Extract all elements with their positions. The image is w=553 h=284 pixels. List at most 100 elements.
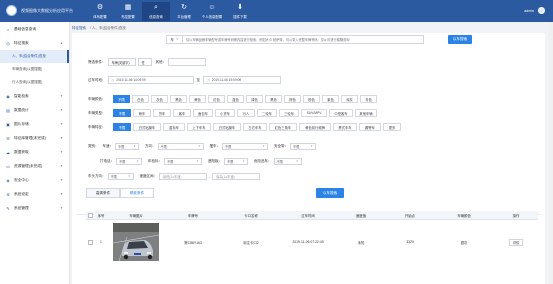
feature-option[interactable]: 重标车 bbox=[163, 123, 185, 131]
color-option[interactable]: 灰色 bbox=[151, 95, 168, 103]
color-option[interactable]: 蓝色 bbox=[227, 95, 244, 103]
feature-option[interactable]: 白式贴膜车 bbox=[133, 123, 161, 131]
sidebar-item-resource[interactable]: ▭ 资源管理(未完成) ▼ bbox=[0, 159, 69, 173]
search-type-select[interactable]: 车 ▼ bbox=[167, 36, 183, 43]
feature-option[interactable]: 白式贴膜车 bbox=[213, 123, 241, 131]
sidebar-item-security[interactable]: ◈ 安全中心 ▼ bbox=[0, 173, 69, 187]
chevron-down-icon: ▼ bbox=[196, 160, 199, 163]
speed-min-input[interactable]: 最低(2≤车速) bbox=[159, 173, 207, 180]
color-option[interactable]: 紫色 bbox=[322, 95, 339, 103]
nav-info-query[interactable]: ⌕ 信息查询 bbox=[142, 2, 170, 21]
sidebar-item-system-manage[interactable]: ✎ 系统管理 ▼ bbox=[0, 201, 69, 215]
tab-precise-conditions[interactable]: 精准条件 bbox=[120, 188, 154, 198]
color-option[interactable]: 红色 bbox=[208, 95, 225, 103]
search-button[interactable]: 以车搜索 bbox=[448, 35, 472, 44]
time-start-input[interactable]: ◷ 2019-11-06 14:09:09 bbox=[107, 76, 194, 84]
speed-max-input[interactable]: 最高(1≤车速) bbox=[212, 173, 261, 180]
type-option[interactable]: SUV/MPV bbox=[301, 109, 327, 117]
tab-hd-conditions[interactable]: 高清条件 bbox=[86, 188, 120, 198]
breadcrumb-path[interactable]: / 人、车(结合条件)查找 bbox=[90, 26, 126, 31]
type-option[interactable]: 中型客车 bbox=[329, 109, 353, 117]
select-value: 不限 bbox=[167, 160, 174, 164]
scrollbar[interactable] bbox=[549, 22, 553, 284]
sidebar-item-feature-db[interactable]: ☰ 特征库管理(未完成) ▼ bbox=[0, 131, 69, 145]
page-title: 特征搜索 bbox=[72, 25, 86, 30]
speed-select[interactable]: 不限 ▼ bbox=[115, 143, 139, 150]
sidebar-sub-person-image[interactable]: 行人查询(以图搜图) bbox=[0, 76, 69, 89]
color-option[interactable]: 棕色 bbox=[284, 95, 301, 103]
speed-row: 车头方向： 不限 ▼ 速度区间： 最低(2≤车速) - 最高(1≤车速) bbox=[88, 173, 261, 180]
vehicle-photo[interactable] bbox=[113, 223, 159, 261]
feature-option[interactable]: 上下车车 bbox=[187, 123, 211, 131]
condition-field[interactable]: 车牌(关键字) bbox=[107, 58, 136, 66]
type-option[interactable]: 二轮车 bbox=[257, 109, 277, 117]
direction-select[interactable]: 不限 ▼ bbox=[157, 143, 204, 150]
feature-option[interactable]: 红色三角车 bbox=[269, 123, 297, 131]
sidebar-item-system-settings[interactable]: ✲ 系统设定 ▼ bbox=[0, 187, 69, 201]
color-option[interactable]: 绿色 bbox=[246, 95, 263, 103]
sidebar-item-label: 安全中心 bbox=[14, 177, 29, 182]
color-option[interactable]: 白色 bbox=[132, 95, 149, 103]
sidebar-item-feature-search[interactable]: ◎ 特征搜索 ▲ bbox=[0, 36, 69, 50]
color-option[interactable]: 黄色 bbox=[189, 95, 206, 103]
nav-platform-manage[interactable]: ↻ 平台管理 bbox=[170, 2, 198, 21]
user-area[interactable]: admin bbox=[524, 7, 545, 14]
seatbelt-select[interactable]: 不限 ▼ bbox=[290, 143, 316, 150]
feature-option[interactable]: 左右车车 bbox=[243, 123, 267, 131]
color-option[interactable]: 深灰 bbox=[341, 95, 358, 103]
type-option[interactable]: 三轮车 bbox=[279, 109, 299, 117]
row-checkbox[interactable] bbox=[87, 239, 93, 245]
time-end-input[interactable]: ◷ 2019-11-06 19:09:09 bbox=[203, 76, 281, 84]
sidebar-item-image-storage[interactable]: ▣ 图片存储 ▼ bbox=[0, 117, 69, 131]
inspection-select[interactable]: 不限 ▼ bbox=[164, 158, 202, 165]
feature-option[interactable]: 更多 bbox=[383, 123, 401, 131]
type-option[interactable]: 客车 bbox=[173, 109, 191, 117]
person-icon: ☺ bbox=[208, 4, 216, 11]
type-option[interactable]: 轿车 bbox=[133, 109, 151, 117]
feature-option[interactable]: 蕃警车 bbox=[359, 123, 381, 131]
nav-system-config[interactable]: ⚙ 体系配置 bbox=[86, 2, 114, 21]
table-row[interactable]: 1 冀C88Y163 标注卡口2 2019-11-06 07:22:49 未知 … bbox=[86, 220, 538, 264]
phone-select[interactable]: 不限 ▼ bbox=[116, 158, 142, 165]
top-bar: 视频图像大数据分析应用平台 ⚙ 体系配置 ▦ 布控配置 ⌕ 信息查询 ↻ 平台管… bbox=[0, 0, 553, 22]
sidebar-item-smart-search[interactable]: ◉ 智能检索 ▼ bbox=[0, 89, 69, 103]
nav-personal-info[interactable]: ☺ 个人信息配置 bbox=[198, 2, 226, 21]
type-option[interactable]: 货车 bbox=[153, 109, 171, 117]
search-button-secondary[interactable]: 以车搜索 bbox=[316, 188, 344, 198]
type-row: 车辆类型： 不限 轿车 货车 客车 面包车 小货车 行人 二轮车 三轮车 SUV… bbox=[88, 109, 379, 117]
type-option[interactable]: 不限 bbox=[113, 109, 131, 117]
wrench-icon: ✎ bbox=[6, 205, 10, 211]
search-input[interactable] bbox=[183, 36, 423, 43]
detail-button[interactable]: 详情 bbox=[509, 238, 523, 246]
color-option[interactable]: 黑色 bbox=[265, 95, 282, 103]
sidebar-sub-vehicle-image[interactable]: 车辆查询(以图搜图) bbox=[0, 63, 69, 76]
other-field[interactable] bbox=[168, 58, 206, 66]
time-separator: 至 bbox=[196, 77, 201, 82]
sidebar-item-data-acquire[interactable]: ☁ 数据获取 ▼ bbox=[0, 145, 69, 159]
table-header: 序号 车辆图片 车牌号 卡口名称 过车时间 速度值 开始点 车辆颜色 操作 bbox=[86, 211, 538, 220]
condition-extra-field[interactable]: 任 bbox=[137, 58, 152, 66]
nav-plugin-download[interactable]: ⬇ 插件下载 bbox=[226, 2, 254, 21]
type-option[interactable]: 行人 bbox=[237, 109, 255, 117]
color-option[interactable]: 不限 bbox=[113, 95, 130, 103]
sidebar-item-statistics[interactable]: ▤ 数据统计 ▼ bbox=[0, 103, 69, 117]
avatar[interactable] bbox=[538, 7, 545, 14]
sidebar-item-basic-query[interactable]: ⌂ 基础信息查询 bbox=[0, 22, 69, 36]
color-option[interactable]: 黑色 bbox=[170, 95, 187, 103]
nav-deploy-config[interactable]: ▦ 布控配置 bbox=[114, 2, 142, 21]
select-all-checkbox[interactable] bbox=[87, 212, 93, 218]
type-option[interactable]: 面包车 bbox=[193, 109, 213, 117]
color-option[interactable]: 青色 bbox=[360, 95, 377, 103]
hazmat-select[interactable]: 不限 ▼ bbox=[273, 158, 302, 165]
swing-select[interactable]: 不限 ▼ bbox=[222, 143, 268, 150]
type-option[interactable]: 小货车 bbox=[215, 109, 235, 117]
sunvisor-select[interactable]: 不限 ▼ bbox=[224, 158, 248, 165]
feature-option[interactable]: 黑式车车 bbox=[333, 123, 357, 131]
color-option[interactable]: 粉色 bbox=[303, 95, 320, 103]
heading-select[interactable]: 不限 ▼ bbox=[107, 173, 134, 180]
sidebar-sub-person-vehicle[interactable]: 人、车(结合条件)查找 bbox=[0, 50, 69, 63]
feature-option[interactable]: 黄色前行频牌 bbox=[299, 123, 331, 131]
feature-option[interactable]: 不限 bbox=[113, 123, 131, 131]
cell-plate: 冀C88Y163 bbox=[184, 240, 202, 245]
type-option[interactable]: 其他车辆 bbox=[355, 109, 377, 117]
